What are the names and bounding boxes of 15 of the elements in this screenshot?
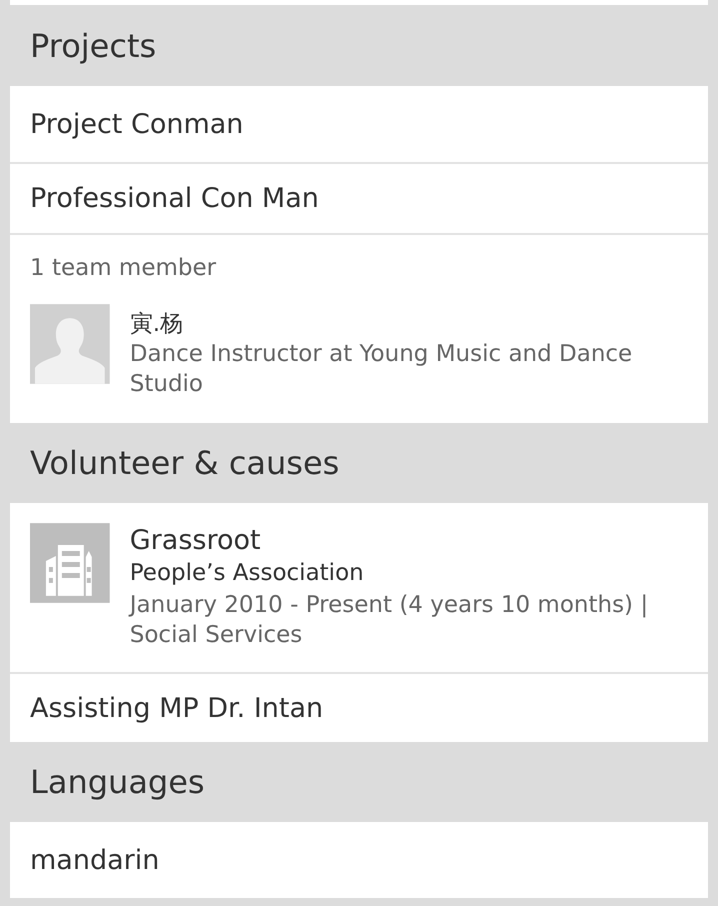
section-title: Projects	[30, 27, 156, 65]
section-title: Languages	[30, 763, 205, 801]
building-icon	[30, 523, 110, 603]
language-name: mandarin	[30, 844, 160, 876]
organization-name: People’s Association	[130, 559, 365, 588]
team-count-label: 1 team member	[30, 254, 218, 283]
member-headline: Dance Instructor at Young Music and Dance Studio	[130, 340, 634, 399]
volunteer-description: Assisting MP Dr. Intan	[30, 692, 324, 724]
volunteer-period: January 2010 - Present (4 years 10 months) | Social Services	[130, 591, 650, 650]
section-title: Volunteer & causes	[30, 444, 340, 482]
project-title: Project Conman	[30, 108, 244, 140]
person-silhouette-icon	[30, 304, 110, 384]
project-description: Professional Con Man	[30, 183, 319, 214]
member-name: 寅.杨	[130, 310, 184, 339]
volunteer-role: Grassroot	[130, 524, 262, 558]
